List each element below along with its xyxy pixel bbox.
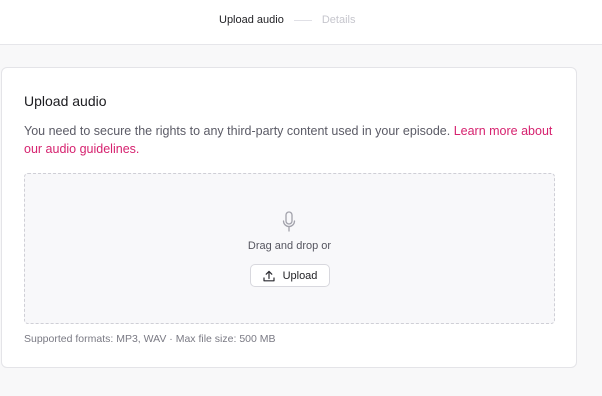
- stepper: Upload audio Details: [219, 14, 355, 26]
- step-details: Details: [321, 14, 356, 26]
- audio-dropzone[interactable]: Drag and drop or Upload: [24, 173, 555, 324]
- rights-notice-text: You need to secure the rights to any thi…: [24, 124, 451, 138]
- upload-icon: [262, 270, 275, 281]
- top-bar: Upload audio Details: [0, 0, 602, 45]
- supported-formats-text: Supported formats: MP3, WAV · Max file s…: [24, 333, 276, 345]
- card-description: You need to secure the rights to any thi…: [24, 122, 564, 158]
- step-connector: [293, 19, 312, 21]
- step-upload-audio[interactable]: Upload audio: [219, 14, 284, 26]
- upload-audio-card: Upload audio You need to secure the righ…: [1, 67, 577, 368]
- upload-button-label: Upload: [282, 269, 318, 282]
- dropzone-text: Drag and drop or: [247, 240, 332, 252]
- card-title: Upload audio: [24, 93, 107, 109]
- upload-button[interactable]: Upload: [250, 264, 330, 287]
- microphone-icon: [282, 211, 296, 232]
